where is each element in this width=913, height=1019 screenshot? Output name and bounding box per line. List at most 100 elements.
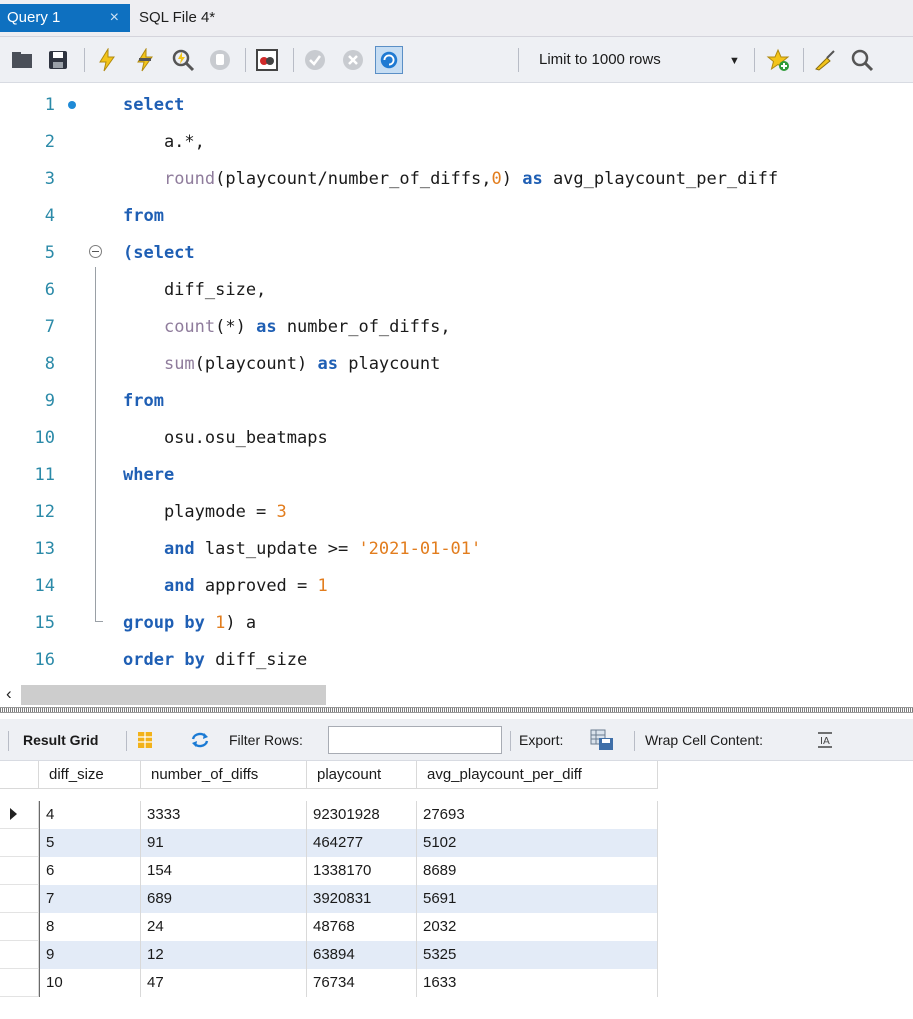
table-cell[interactable]: 2032 (417, 913, 658, 941)
editor-horizontal-scrollbar[interactable]: ‹ (0, 683, 913, 707)
toolbar-separator (754, 48, 755, 72)
toggle-output-icon[interactable] (255, 48, 279, 72)
table-cell[interactable]: 5 (39, 829, 141, 857)
table-cell[interactable]: 8 (39, 913, 141, 941)
code-text: ) a (225, 613, 257, 633)
panel-splitter[interactable] (0, 707, 913, 713)
export-label: Export: (519, 732, 564, 748)
keyword: from (123, 391, 164, 411)
table-cell[interactable]: 3920831 (307, 885, 417, 913)
execute-icon[interactable] (95, 48, 119, 72)
refresh-icon[interactable] (190, 731, 210, 749)
save-icon[interactable] (46, 48, 70, 72)
line-number: 11 (34, 465, 55, 485)
toolbar-separator (510, 731, 511, 751)
wrap-cell-icon[interactable]: IA (816, 731, 834, 749)
autocommit-icon[interactable] (375, 46, 403, 74)
keyword: (select (123, 243, 195, 263)
toolbar-separator (803, 48, 804, 72)
limit-rows-select[interactable]: Limit to 1000 rows ▼ (529, 47, 747, 73)
result-toolbar: Result Grid Filter Rows: Export: Wrap Ce… (0, 719, 913, 761)
grid-view-icon[interactable] (138, 732, 152, 748)
toolbar-separator (518, 48, 519, 72)
commit-icon[interactable] (303, 48, 327, 72)
column-header[interactable]: number_of_diffs (141, 761, 307, 789)
keyword: as (256, 317, 277, 337)
table-cell[interactable]: 48768 (307, 913, 417, 941)
table-cell[interactable]: 12 (141, 941, 307, 969)
table-cell[interactable]: 24 (141, 913, 307, 941)
code-text: ) (501, 169, 523, 189)
filter-rows-input[interactable] (328, 726, 502, 754)
table-cell[interactable]: 27693 (417, 801, 658, 829)
code-text: (*) (215, 317, 257, 337)
table-cell[interactable]: 154 (141, 857, 307, 885)
sql-editor[interactable]: 1 select 2 a.*, 3 round(playcount/number… (0, 83, 913, 683)
table-cell[interactable]: 4 (39, 801, 141, 829)
column-header[interactable]: avg_playcount_per_diff (417, 761, 658, 789)
chevron-left-icon[interactable]: ‹ (6, 684, 12, 704)
table-cell[interactable]: 5102 (417, 829, 658, 857)
tab-strip: Query 1 × SQL File 4* (0, 0, 913, 37)
code-text: (playcount/number_of_diffs, (215, 169, 492, 189)
table-cell[interactable]: 464277 (307, 829, 417, 857)
table-cell[interactable]: 8689 (417, 857, 658, 885)
table-cell[interactable]: 47 (141, 969, 307, 997)
code-text: diff_size (204, 650, 308, 670)
table-cell[interactable]: 5691 (417, 885, 658, 913)
table-cell[interactable]: 1633 (417, 969, 658, 997)
current-row-arrow-icon (10, 808, 17, 820)
toolbar-separator (245, 48, 246, 72)
export-icon[interactable] (590, 729, 614, 751)
table-cell[interactable]: 9 (39, 941, 141, 969)
table-cell[interactable]: 5325 (417, 941, 658, 969)
code-line: 14 and approved = 1 (0, 568, 913, 605)
toolbar-separator (126, 731, 127, 751)
find-icon[interactable] (850, 48, 874, 72)
table-cell[interactable]: 76734 (307, 969, 417, 997)
line-number: 13 (34, 539, 55, 559)
rollback-icon[interactable] (341, 48, 365, 72)
explain-icon[interactable] (171, 48, 195, 72)
line-number: 3 (44, 169, 55, 189)
table-cell[interactable]: 91 (141, 829, 307, 857)
collapse-icon[interactable] (89, 245, 102, 258)
code-text: playcount (337, 354, 441, 374)
column-header[interactable]: diff_size (39, 761, 141, 789)
code-text: osu.osu_beatmaps (123, 428, 328, 448)
table-cell[interactable]: 92301928 (307, 801, 417, 829)
wrap-cell-label: Wrap Cell Content: (645, 732, 764, 748)
function-name: count (163, 317, 216, 337)
open-folder-icon[interactable] (10, 48, 34, 72)
keyword: and (163, 576, 195, 596)
stop-icon[interactable] (208, 48, 232, 72)
toolbar-separator (293, 48, 294, 72)
beautify-icon[interactable] (813, 48, 837, 72)
tab-sql-file-4[interactable]: SQL File 4* (132, 4, 282, 32)
table-cell[interactable]: 6 (39, 857, 141, 885)
table-cell[interactable]: 7 (39, 885, 141, 913)
table-cell[interactable]: 63894 (307, 941, 417, 969)
row-indicator-header (0, 761, 39, 789)
toolbar-separator (84, 48, 85, 72)
row-indicator (0, 913, 39, 941)
table-cell[interactable]: 689 (141, 885, 307, 913)
column-header[interactable]: playcount (307, 761, 417, 789)
tab-query-1[interactable]: Query 1 × (0, 4, 130, 32)
execute-selection-icon[interactable] (133, 48, 157, 72)
result-grid-tab[interactable]: Result Grid (23, 719, 98, 761)
toolbar-separator (8, 731, 9, 751)
number-literal: 0 (491, 169, 502, 189)
table-cell[interactable]: 1338170 (307, 857, 417, 885)
add-snippet-icon[interactable] (766, 48, 790, 72)
keyword: from (123, 206, 164, 226)
string-literal: '2021-01-01' (358, 539, 482, 559)
table-cell[interactable]: 3333 (141, 801, 307, 829)
keyword: as (317, 354, 338, 374)
table-cell[interactable]: 10 (39, 969, 141, 997)
tab-label: SQL File 4* (139, 9, 216, 26)
keyword: where (123, 465, 175, 485)
close-icon[interactable]: × (110, 4, 119, 32)
scrollbar-thumb[interactable] (21, 685, 326, 705)
svg-text:IA: IA (820, 736, 830, 747)
